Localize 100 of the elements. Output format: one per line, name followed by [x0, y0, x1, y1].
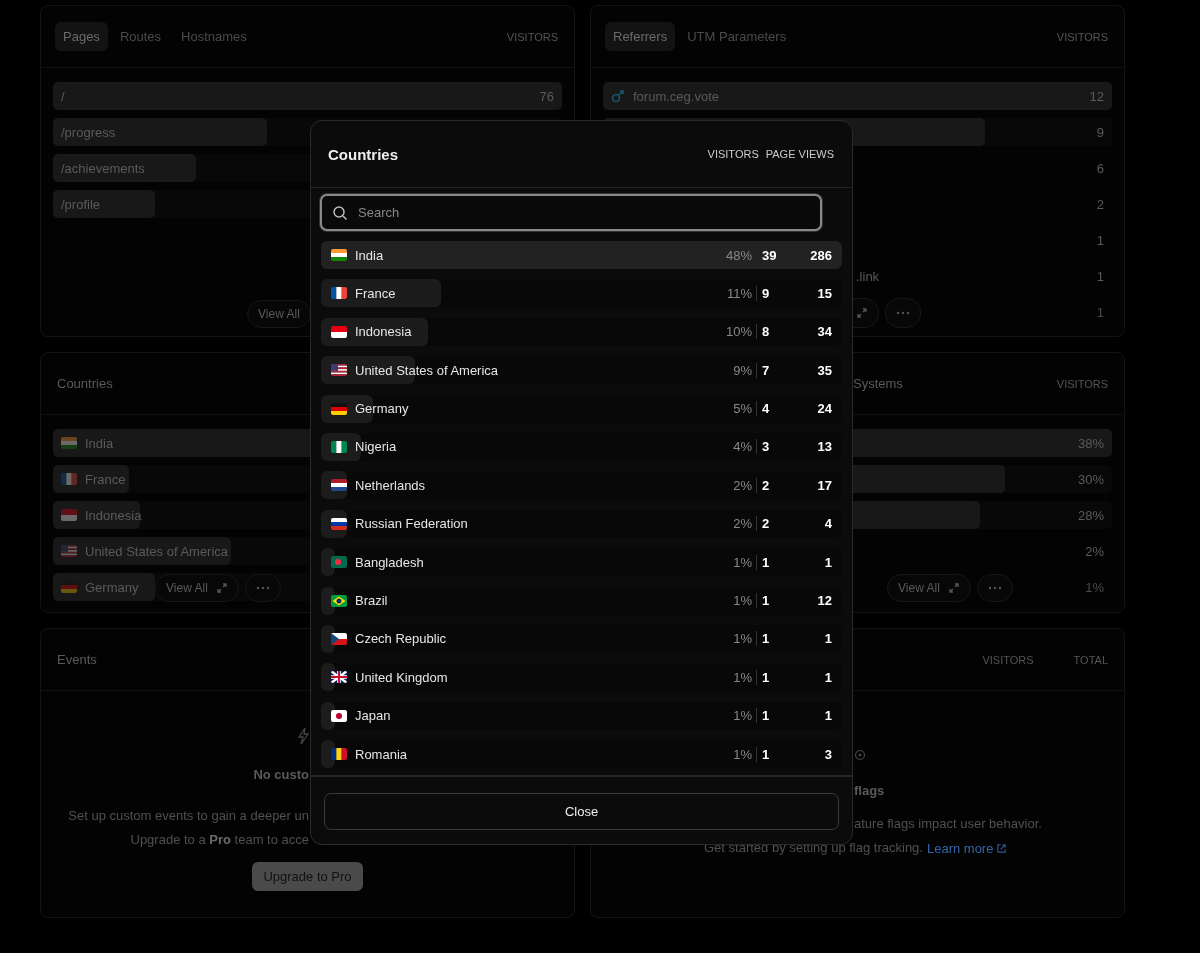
- page-path[interactable]: /profile: [61, 196, 101, 212]
- visitor-count: 7: [761, 362, 771, 378]
- page-view-count: 17: [816, 477, 832, 493]
- country-name: Germany: [355, 401, 409, 417]
- page-path[interactable]: /progress: [61, 124, 116, 140]
- visitor-share: 38%: [1077, 435, 1104, 451]
- visitor-count: 12: [1089, 88, 1104, 104]
- view-all-button[interactable]: View All: [247, 300, 311, 328]
- page-view-count: 4: [823, 516, 832, 532]
- visitor-count: 8: [761, 324, 771, 340]
- view-all-button[interactable]: View All: [155, 574, 239, 602]
- referrer-name[interactable]: forum.ceg.vote: [633, 88, 719, 104]
- visitor-share: 5%: [733, 401, 757, 417]
- visitor-count: 4: [761, 401, 771, 417]
- country-row[interactable]: Nigeria 4% 3 13: [321, 432, 842, 461]
- page-view-count: 35: [816, 362, 832, 378]
- country-row[interactable]: Germany 5% 4 24: [321, 394, 842, 423]
- visitor-share: 1%: [733, 708, 757, 724]
- column-header: VISITORS: [982, 653, 1034, 666]
- tab[interactable]: UTM Parameters: [679, 22, 795, 51]
- column-header: PAGE VIEWS: [765, 148, 834, 160]
- country-name: Indonesia: [355, 324, 412, 340]
- page-view-count: 1: [823, 554, 832, 570]
- visitor-count: 3: [761, 439, 771, 455]
- country-row[interactable]: Japan 1% 1 1: [321, 701, 842, 730]
- tab[interactable]: Routes: [111, 22, 170, 51]
- country-row[interactable]: Russian Federation 2% 2 4: [321, 509, 842, 538]
- country-row[interactable]: United Kingdom 1% 1 1: [321, 663, 842, 692]
- page-view-count: 1: [823, 631, 832, 647]
- country-row[interactable]: Bangladesh 1% 1 1: [321, 548, 842, 577]
- page-view-count: 15: [816, 285, 832, 301]
- tab[interactable]: Pages: [55, 22, 108, 51]
- visitor-count: 6: [1096, 160, 1104, 176]
- page-view-count: 34: [816, 324, 832, 340]
- visitor-share: 30%: [1077, 471, 1104, 487]
- empty-title: No custo: [253, 767, 309, 782]
- country-row[interactable]: India 48% 39 286: [321, 241, 842, 269]
- visitor-share: 1%: [733, 554, 757, 570]
- page-view-count: 286: [809, 247, 832, 263]
- page-view-count: 13: [816, 439, 832, 455]
- view-all-button[interactable]: View All: [887, 574, 971, 602]
- country-name: United States of America: [355, 362, 499, 378]
- visitor-share: 9%: [733, 362, 757, 378]
- visitor-count: 1: [761, 631, 771, 647]
- page-view-count: 3: [823, 746, 832, 762]
- visitor-count: 1: [761, 669, 771, 685]
- search-field[interactable]: Search: [320, 194, 822, 231]
- country-name: Brazil: [355, 593, 388, 608]
- visitor-count: 2: [761, 477, 771, 493]
- country-row[interactable]: United States of America 9% 7 35: [321, 356, 842, 385]
- country-name[interactable]: Indonesia: [85, 507, 142, 523]
- country-row[interactable]: Indonesia 10% 8 34: [321, 317, 842, 346]
- page-view-count: 1: [823, 708, 832, 724]
- page-view-count: 1: [823, 669, 832, 685]
- visitor-share: 2%: [733, 477, 757, 493]
- column-header: VISITORS: [1056, 30, 1108, 43]
- visitor-count: 1: [761, 593, 771, 608]
- country-name[interactable]: Germany: [85, 579, 139, 595]
- upgrade-button[interactable]: Upgrade to Pro: [252, 862, 363, 891]
- country-name[interactable]: India: [85, 435, 114, 451]
- empty-description: ature flags impact user behavior.: [854, 815, 1042, 833]
- country-row[interactable]: France 11% 9 15: [321, 279, 842, 308]
- country-row[interactable]: Czech Republic 1% 1 1: [321, 624, 842, 653]
- visitor-count: 76: [539, 88, 554, 104]
- close-button[interactable]: Close: [324, 793, 839, 830]
- visitor-count: 1: [761, 746, 771, 762]
- tab[interactable]: Hostnames: [173, 22, 255, 51]
- visitor-share: 1%: [1085, 579, 1104, 595]
- country-name: Japan: [355, 708, 391, 724]
- visitor-count: 39: [761, 247, 778, 263]
- visitor-share: 11%: [726, 285, 757, 301]
- country-name: Russian Federation: [355, 516, 468, 532]
- column-header: VISITORS: [707, 148, 759, 160]
- country-row[interactable]: Brazil 1% 1 12: [321, 586, 842, 615]
- page-path[interactable]: /: [61, 88, 65, 104]
- visitor-share: 28%: [1077, 507, 1104, 523]
- empty-description: Set up custom events to gain a deeper un: [68, 807, 309, 825]
- country-name: Czech Republic: [355, 631, 447, 647]
- country-name[interactable]: United States of America: [85, 543, 229, 559]
- visitor-count: 2: [1096, 196, 1104, 212]
- visitor-count: 1: [1096, 268, 1104, 284]
- page-path[interactable]: /achievements: [61, 160, 145, 176]
- country-name: Romania: [355, 746, 408, 762]
- tab[interactable]: Referrers: [605, 22, 676, 51]
- column-header: VISITORS: [1056, 377, 1108, 390]
- panel-title: Countries: [56, 376, 113, 391]
- visitor-share: 1%: [733, 669, 757, 685]
- visitor-count: 1: [1096, 304, 1104, 320]
- visitor-share: 48%: [725, 247, 753, 263]
- country-row[interactable]: Romania 1% 1 3: [321, 740, 842, 769]
- country-name: France: [355, 285, 396, 301]
- column-header: TOTAL: [1073, 653, 1108, 666]
- country-name[interactable]: France: [85, 471, 126, 487]
- visitor-share: 1%: [733, 593, 757, 608]
- learn-more-link[interactable]: Learn more: [926, 840, 1008, 856]
- visitor-count: 1: [1096, 232, 1104, 248]
- empty-title: flags: [854, 783, 885, 798]
- panel-title: Events: [56, 652, 97, 667]
- visitor-share: 1%: [733, 746, 757, 762]
- country-row[interactable]: Netherlands 2% 2 17: [321, 471, 842, 500]
